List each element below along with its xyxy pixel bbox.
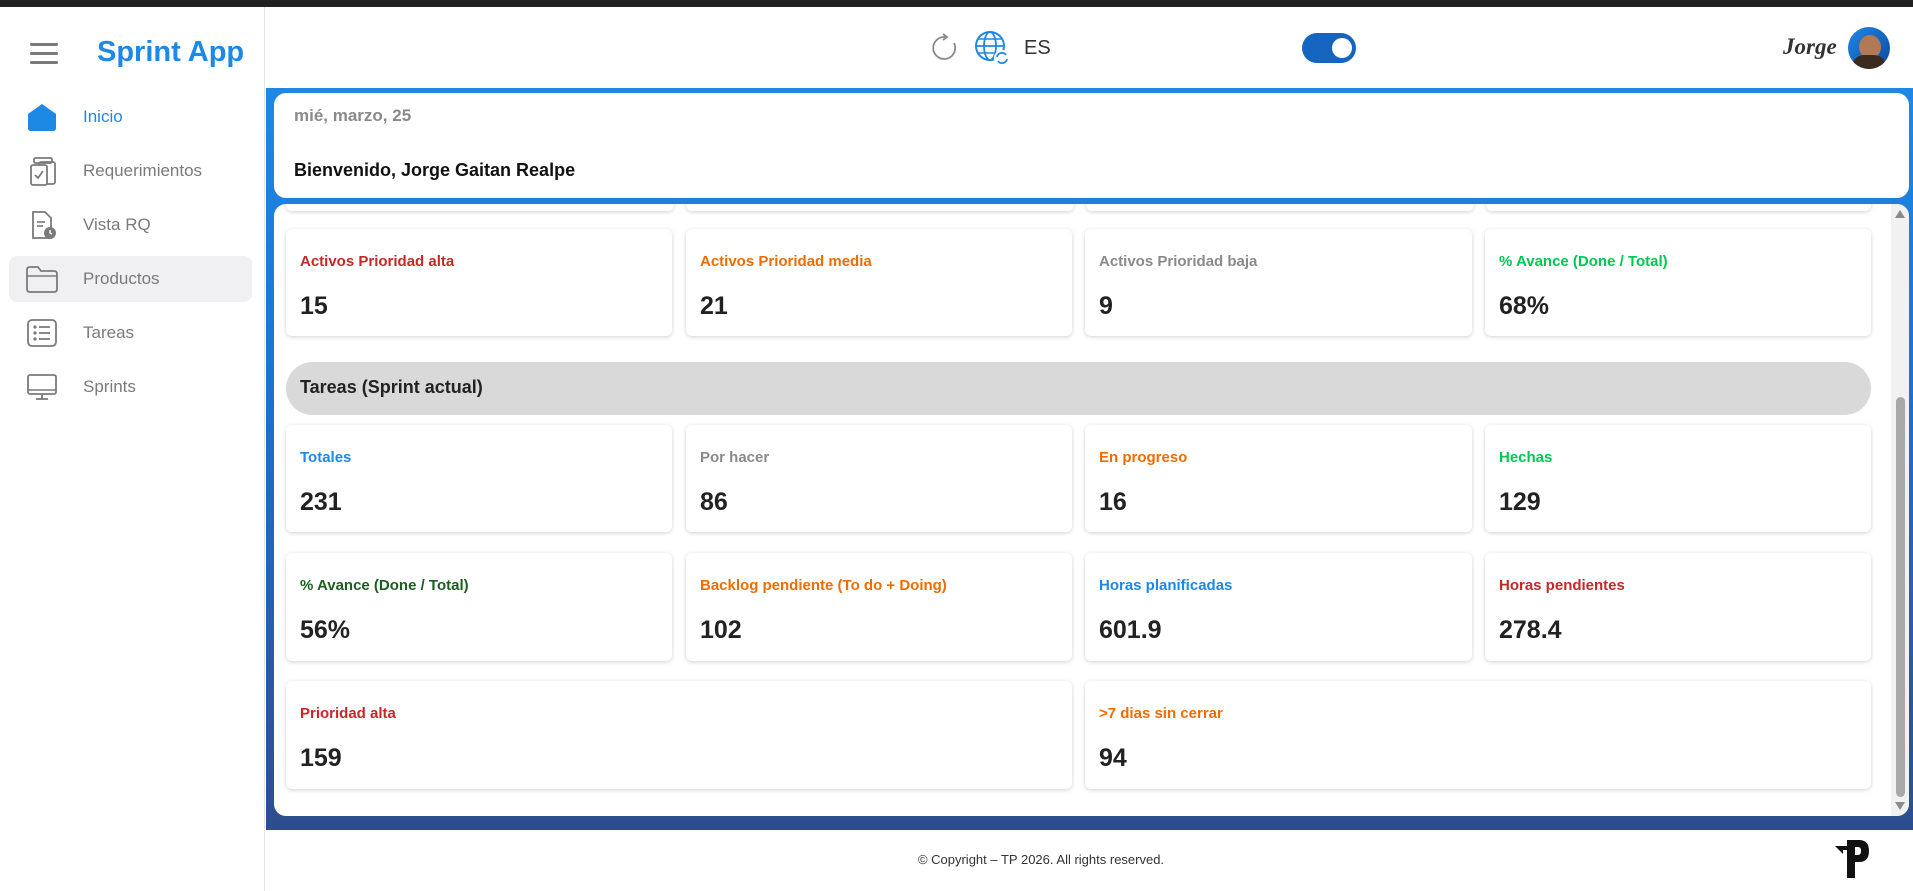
stat-value: 601.9 bbox=[1099, 616, 1162, 644]
top-strip bbox=[0, 0, 1913, 7]
stat-card-hidden bbox=[1086, 204, 1474, 211]
stat-label: Totales bbox=[300, 449, 352, 466]
toggle-knob bbox=[1332, 38, 1352, 58]
header: ES Jorge bbox=[266, 7, 1913, 88]
stat-card-rq-high: Activos Prioridad alta 15 bbox=[286, 229, 672, 336]
stat-card-prioridad-alta: Prioridad alta 159 bbox=[286, 681, 1072, 789]
copyright-text: © Copyright – TP 2026. All rights reserv… bbox=[917, 852, 1165, 867]
stat-card-totales: Totales 231 bbox=[286, 425, 672, 532]
refresh-icon[interactable] bbox=[930, 33, 960, 63]
footer: © Copyright – TP 2026. All rights reserv… bbox=[266, 830, 1913, 891]
stat-label: % Avance (Done / Total) bbox=[300, 577, 469, 594]
stat-card-backlog: Backlog pendiente (To do + Doing) 102 bbox=[686, 553, 1072, 661]
theme-toggle[interactable] bbox=[1302, 33, 1356, 63]
stat-label: En progreso bbox=[1099, 449, 1188, 466]
scroll-up-arrow-icon[interactable] bbox=[1895, 210, 1905, 218]
dashboard-content[interactable]: Activos Prioridad alta 15 Activos Priori… bbox=[274, 204, 1909, 816]
stat-value: 94 bbox=[1099, 744, 1127, 772]
stat-value: 9 bbox=[1099, 292, 1113, 320]
brand-row: Sprint App bbox=[0, 27, 265, 83]
stat-card-hidden bbox=[686, 204, 1074, 211]
scrollbar[interactable] bbox=[1891, 204, 1909, 816]
stat-value: 129 bbox=[1499, 488, 1541, 516]
sidebar-item-label: Inicio bbox=[83, 107, 123, 126]
stat-value: 86 bbox=[700, 488, 728, 516]
stat-card-hidden bbox=[1486, 204, 1871, 211]
user-name: Jorge bbox=[1783, 34, 1837, 59]
stat-card-horas-planificadas: Horas planificadas 601.9 bbox=[1085, 553, 1472, 661]
stat-label: >7 dias sin cerrar bbox=[1099, 705, 1223, 722]
sidebar-item-tareas[interactable]: Tareas bbox=[9, 310, 252, 356]
app-title: Sprint App bbox=[97, 36, 245, 68]
stat-value: 102 bbox=[700, 616, 742, 644]
menu-icon[interactable] bbox=[30, 43, 58, 65]
stat-value: 278.4 bbox=[1499, 616, 1562, 644]
tp-logo-icon bbox=[1835, 840, 1869, 878]
stat-card-rq-medium: Activos Prioridad media 21 bbox=[686, 229, 1072, 336]
stat-label: Activos Prioridad alta bbox=[300, 253, 455, 270]
home-icon bbox=[28, 104, 56, 131]
sidebar-item-label: Requerimientos bbox=[83, 161, 203, 180]
folder-icon bbox=[26, 266, 58, 293]
current-date: mié, marzo, 25 bbox=[294, 106, 412, 125]
stat-card-sin-cerrar: >7 dias sin cerrar 94 bbox=[1085, 681, 1871, 789]
stat-label: Prioridad alta bbox=[300, 705, 396, 722]
scroll-thumb[interactable] bbox=[1896, 397, 1905, 797]
stat-card-por-hacer: Por hacer 86 bbox=[686, 425, 1072, 532]
sidebar-item-requerimientos[interactable]: Requerimientos bbox=[9, 148, 252, 194]
stat-value: 231 bbox=[300, 488, 342, 516]
stat-value: 15 bbox=[300, 292, 328, 320]
globe-translate-icon[interactable] bbox=[973, 29, 1011, 67]
stat-label: Por hacer bbox=[700, 449, 770, 466]
clipboard-check-icon bbox=[30, 157, 56, 186]
sidebar-item-sprints[interactable]: Sprints bbox=[9, 364, 252, 410]
stat-card-horas-pendientes: Horas pendientes 278.4 bbox=[1485, 553, 1871, 661]
stat-value: 21 bbox=[700, 292, 728, 320]
sidebar-item-label: Sprints bbox=[83, 377, 136, 396]
stat-value: 56% bbox=[300, 616, 351, 644]
stat-value: 68% bbox=[1499, 292, 1550, 320]
sidebar-item-productos[interactable]: Productos bbox=[9, 256, 252, 302]
sidebar-item-label: Productos bbox=[83, 269, 160, 288]
stat-value: 16 bbox=[1099, 488, 1127, 516]
welcome-greeting: Bienvenido, Jorge Gaitan Realpe bbox=[294, 160, 576, 180]
monitor-icon bbox=[27, 374, 57, 400]
scroll-down-arrow-icon[interactable] bbox=[1895, 802, 1905, 810]
sidebar-nav: Inicio Requerimientos Vista RQ Productos… bbox=[9, 94, 252, 418]
stat-label: Activos Prioridad baja bbox=[1099, 253, 1258, 270]
stat-label: % Avance (Done / Total) bbox=[1499, 253, 1668, 270]
stat-card-hidden bbox=[286, 204, 674, 211]
tasks-section-header: Tareas (Sprint actual) bbox=[286, 362, 1871, 415]
stat-label: Hechas bbox=[1499, 449, 1553, 466]
welcome-card: mié, marzo, 25 Bienvenido, Jorge Gaitan … bbox=[274, 93, 1909, 198]
stat-card-rq-progress: % Avance (Done / Total) 68% bbox=[1485, 229, 1871, 336]
stat-label: Horas pendientes bbox=[1499, 577, 1625, 594]
language-label[interactable]: ES bbox=[1024, 37, 1051, 60]
sidebar-item-inicio[interactable]: Inicio bbox=[9, 94, 252, 140]
avatar[interactable] bbox=[1848, 27, 1890, 69]
sidebar: Sprint App Inicio Requerimientos Vista R… bbox=[0, 7, 265, 891]
stat-card-hechas: Hechas 129 bbox=[1485, 425, 1871, 532]
stat-label: Activos Prioridad media bbox=[700, 253, 872, 270]
main-frame: mié, marzo, 25 Bienvenido, Jorge Gaitan … bbox=[266, 88, 1913, 830]
stat-label: Horas planificadas bbox=[1099, 577, 1233, 594]
stat-card-en-progreso: En progreso 16 bbox=[1085, 425, 1472, 532]
document-clock-icon bbox=[32, 211, 56, 239]
stat-card-rq-low: Activos Prioridad baja 9 bbox=[1085, 229, 1472, 336]
sidebar-item-vista-rq[interactable]: Vista RQ bbox=[9, 202, 252, 248]
stat-card-avance: % Avance (Done / Total) 56% bbox=[286, 553, 672, 661]
stat-value: 159 bbox=[300, 744, 342, 772]
sidebar-item-label: Vista RQ bbox=[83, 215, 151, 234]
stat-label: Backlog pendiente (To do + Doing) bbox=[700, 577, 947, 594]
sidebar-item-label: Tareas bbox=[83, 323, 135, 342]
section-title: Tareas (Sprint actual) bbox=[300, 377, 483, 397]
list-icon bbox=[27, 319, 57, 347]
